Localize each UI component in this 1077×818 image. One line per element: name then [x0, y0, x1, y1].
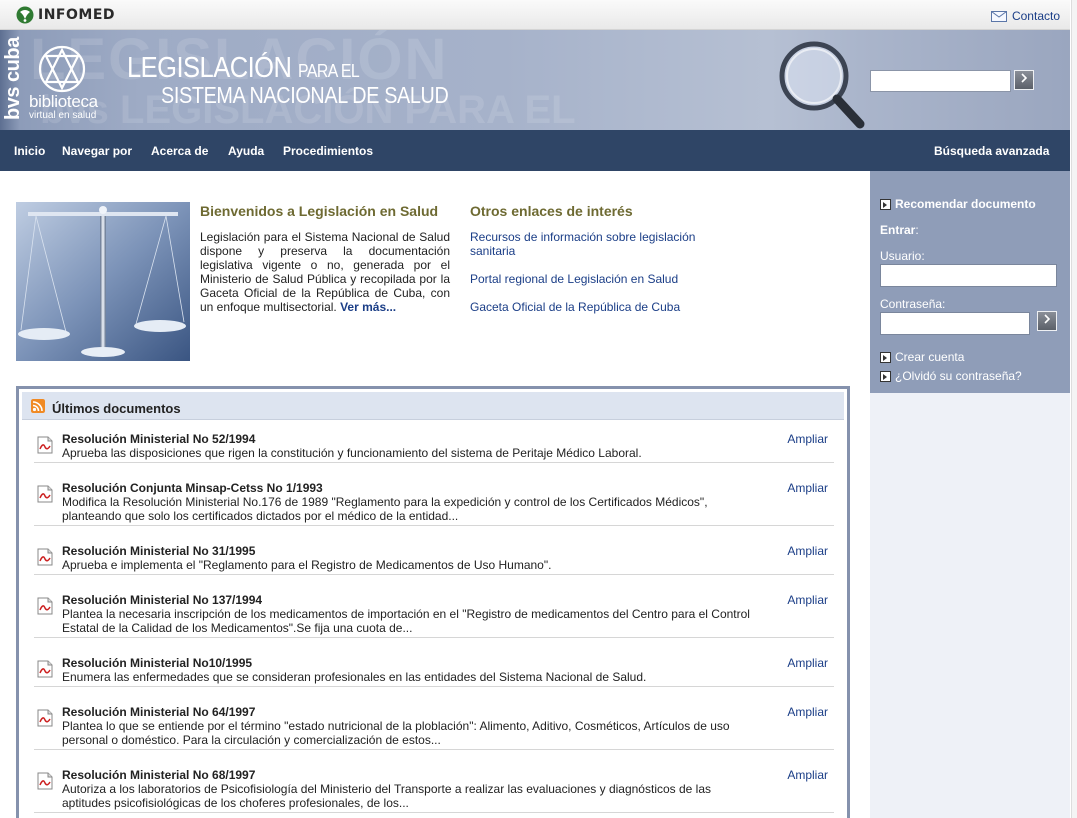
- welcome-text: Legislación para el Sistema Nacional de …: [200, 230, 450, 314]
- document-description: Modifica la Resolución Ministerial No.17…: [62, 495, 708, 523]
- document-more-link[interactable]: Ampliar: [787, 593, 828, 607]
- nav-ayuda[interactable]: Ayuda: [228, 144, 264, 158]
- nav-acerca-de[interactable]: Acerca de: [151, 144, 208, 158]
- document-description: Autoriza a los laboratorios de Psicofisi…: [62, 782, 712, 810]
- recommend-document-label: Recomendar documento: [895, 197, 1036, 211]
- magnifier-icon: [779, 41, 865, 129]
- forgot-password-label: ¿Olvidó su contraseña?: [895, 369, 1022, 383]
- document-title[interactable]: Resolución Conjunta Minsap-Cetss No 1/19…: [62, 481, 323, 495]
- link-regional-portal[interactable]: Portal regional de Legislación en Salud: [470, 272, 730, 286]
- main-nav: Inicio Navegar por Acerca de Ayuda Proce…: [0, 130, 1070, 171]
- document-row: Resolución Ministerial No 64/1997 Plante…: [34, 705, 834, 750]
- document-more-link[interactable]: Ampliar: [787, 432, 828, 446]
- document-row: Resolución Ministerial No 52/1994 Aprueb…: [34, 432, 834, 463]
- site-banner: LEGISLACIÓN bvs LEGISLACIÓN PARA EL bvs …: [0, 30, 1070, 130]
- arrow-right-icon: [880, 370, 891, 382]
- document-row: Resolución Ministerial No 68/1997 Autori…: [34, 768, 834, 813]
- document-row: Resolución Ministerial No 31/1995 Aprueb…: [34, 544, 834, 575]
- latest-documents-header: Últimos documentos: [22, 392, 844, 420]
- document-more-link[interactable]: Ampliar: [787, 656, 828, 670]
- document-description: Aprueba e implementa el "Reglamento para…: [62, 558, 552, 572]
- document-description: Plantea la necesaria inscripción de los …: [62, 607, 750, 635]
- pdf-icon[interactable]: [36, 660, 54, 678]
- document-more-link[interactable]: Ampliar: [787, 768, 828, 782]
- pdf-icon[interactable]: [36, 485, 54, 503]
- bvs-cuba-label: bvs cuba: [2, 37, 24, 120]
- site-title: LEGISLACIÓN PARA EL: [127, 52, 360, 85]
- document-more-link[interactable]: Ampliar: [787, 705, 828, 719]
- latest-documents-panel: Últimos documentos Resolución Ministeria…: [16, 386, 850, 818]
- top-bar: INFOMED Contacto: [0, 0, 1070, 30]
- recommend-document-link[interactable]: Recomendar documento: [880, 197, 1036, 211]
- other-links-title: Otros enlaces de interés: [470, 203, 633, 219]
- welcome-title: Bienvenidos a Legislación en Salud: [200, 203, 439, 219]
- document-description: Aprueba las disposiciones que rigen la c…: [62, 446, 642, 460]
- forgot-password-link[interactable]: ¿Olvidó su contraseña?: [880, 369, 1022, 383]
- document-title[interactable]: Resolución Ministerial No 31/1995: [62, 544, 255, 558]
- login-panel: Recomendar documento Entrar: Usuario: Co…: [870, 171, 1070, 393]
- document-title[interactable]: Resolución Ministerial No 68/1997: [62, 768, 255, 782]
- library-name: biblioteca: [29, 92, 98, 111]
- document-row: Resolución Ministerial No 137/1994 Plant…: [34, 593, 834, 638]
- site-subtitle: SISTEMA NACIONAL DE SALUD: [161, 82, 449, 108]
- arrow-right-icon: [880, 351, 891, 363]
- link-official-gazette[interactable]: Gaceta Oficial de la República de Cuba: [470, 300, 730, 314]
- mail-icon: [990, 10, 1007, 22]
- pdf-icon[interactable]: [36, 548, 54, 566]
- create-account-link[interactable]: Crear cuenta: [880, 350, 964, 364]
- pdf-icon[interactable]: [36, 772, 54, 790]
- welcome-body: Legislación para el Sistema Nacional de …: [200, 230, 450, 314]
- nav-procedimientos[interactable]: Procedimientos: [283, 144, 373, 158]
- chevron-right-icon: [1044, 314, 1051, 324]
- search-submit-button[interactable]: [1014, 70, 1034, 90]
- user-input[interactable]: [880, 264, 1057, 287]
- create-account-label: Crear cuenta: [895, 350, 965, 364]
- document-more-link[interactable]: Ampliar: [787, 544, 828, 558]
- infomed-leaf-icon: [16, 6, 34, 24]
- nav-inicio[interactable]: Inicio: [14, 144, 45, 158]
- vertical-scrollbar[interactable]: [1071, 0, 1077, 818]
- rss-icon[interactable]: [31, 399, 45, 413]
- arrow-right-icon: [880, 198, 891, 210]
- document-row: Resolución Conjunta Minsap-Cetss No 1/19…: [34, 481, 834, 526]
- contact-link[interactable]: Contacto: [990, 9, 1060, 23]
- infomed-logo[interactable]: INFOMED: [16, 6, 115, 24]
- password-input[interactable]: [880, 312, 1030, 335]
- login-submit-button[interactable]: [1037, 311, 1057, 331]
- right-sidebar: Recomendar documento Entrar: Usuario: Co…: [870, 171, 1070, 818]
- document-title[interactable]: Resolución Ministerial No 52/1994: [62, 432, 255, 446]
- link-legislation-resources[interactable]: Recursos de información sobre legislació…: [470, 230, 730, 258]
- read-more-link[interactable]: Ver más...: [340, 300, 396, 314]
- nav-advanced-search[interactable]: Búsqueda avanzada: [934, 144, 1049, 158]
- password-label: Contraseña:: [880, 297, 946, 311]
- document-description: Enumera las enfermedades que se consider…: [62, 670, 647, 684]
- document-title[interactable]: Resolución Ministerial No 64/1997: [62, 705, 255, 719]
- user-label: Usuario:: [880, 249, 925, 263]
- login-title: Entrar:: [880, 223, 919, 237]
- site-title-small: PARA EL: [297, 61, 360, 81]
- document-title[interactable]: Resolución Ministerial No10/1995: [62, 656, 252, 670]
- nav-navegar-por[interactable]: Navegar por: [62, 144, 132, 158]
- chevron-right-icon: [1021, 73, 1028, 83]
- login-title-text: Entrar: [880, 223, 916, 237]
- library-subtitle: virtual en salud: [29, 110, 97, 121]
- pdf-icon[interactable]: [36, 597, 54, 615]
- pdf-icon[interactable]: [36, 709, 54, 727]
- site-title-main: LEGISLACIÓN: [127, 52, 292, 84]
- search-input[interactable]: [870, 70, 1011, 92]
- latest-documents-title: Últimos documentos: [52, 401, 181, 416]
- justice-scale-image: [16, 202, 190, 361]
- document-more-link[interactable]: Ampliar: [787, 481, 828, 495]
- document-description: Plantea lo que se entiende por el términ…: [62, 719, 730, 747]
- pdf-icon[interactable]: [36, 436, 54, 454]
- contact-label: Contacto: [1011, 9, 1060, 23]
- document-row: Resolución Ministerial No10/1995 Enumera…: [34, 656, 834, 687]
- document-title[interactable]: Resolución Ministerial No 137/1994: [62, 593, 262, 607]
- infomed-wordmark: INFOMED: [38, 7, 116, 23]
